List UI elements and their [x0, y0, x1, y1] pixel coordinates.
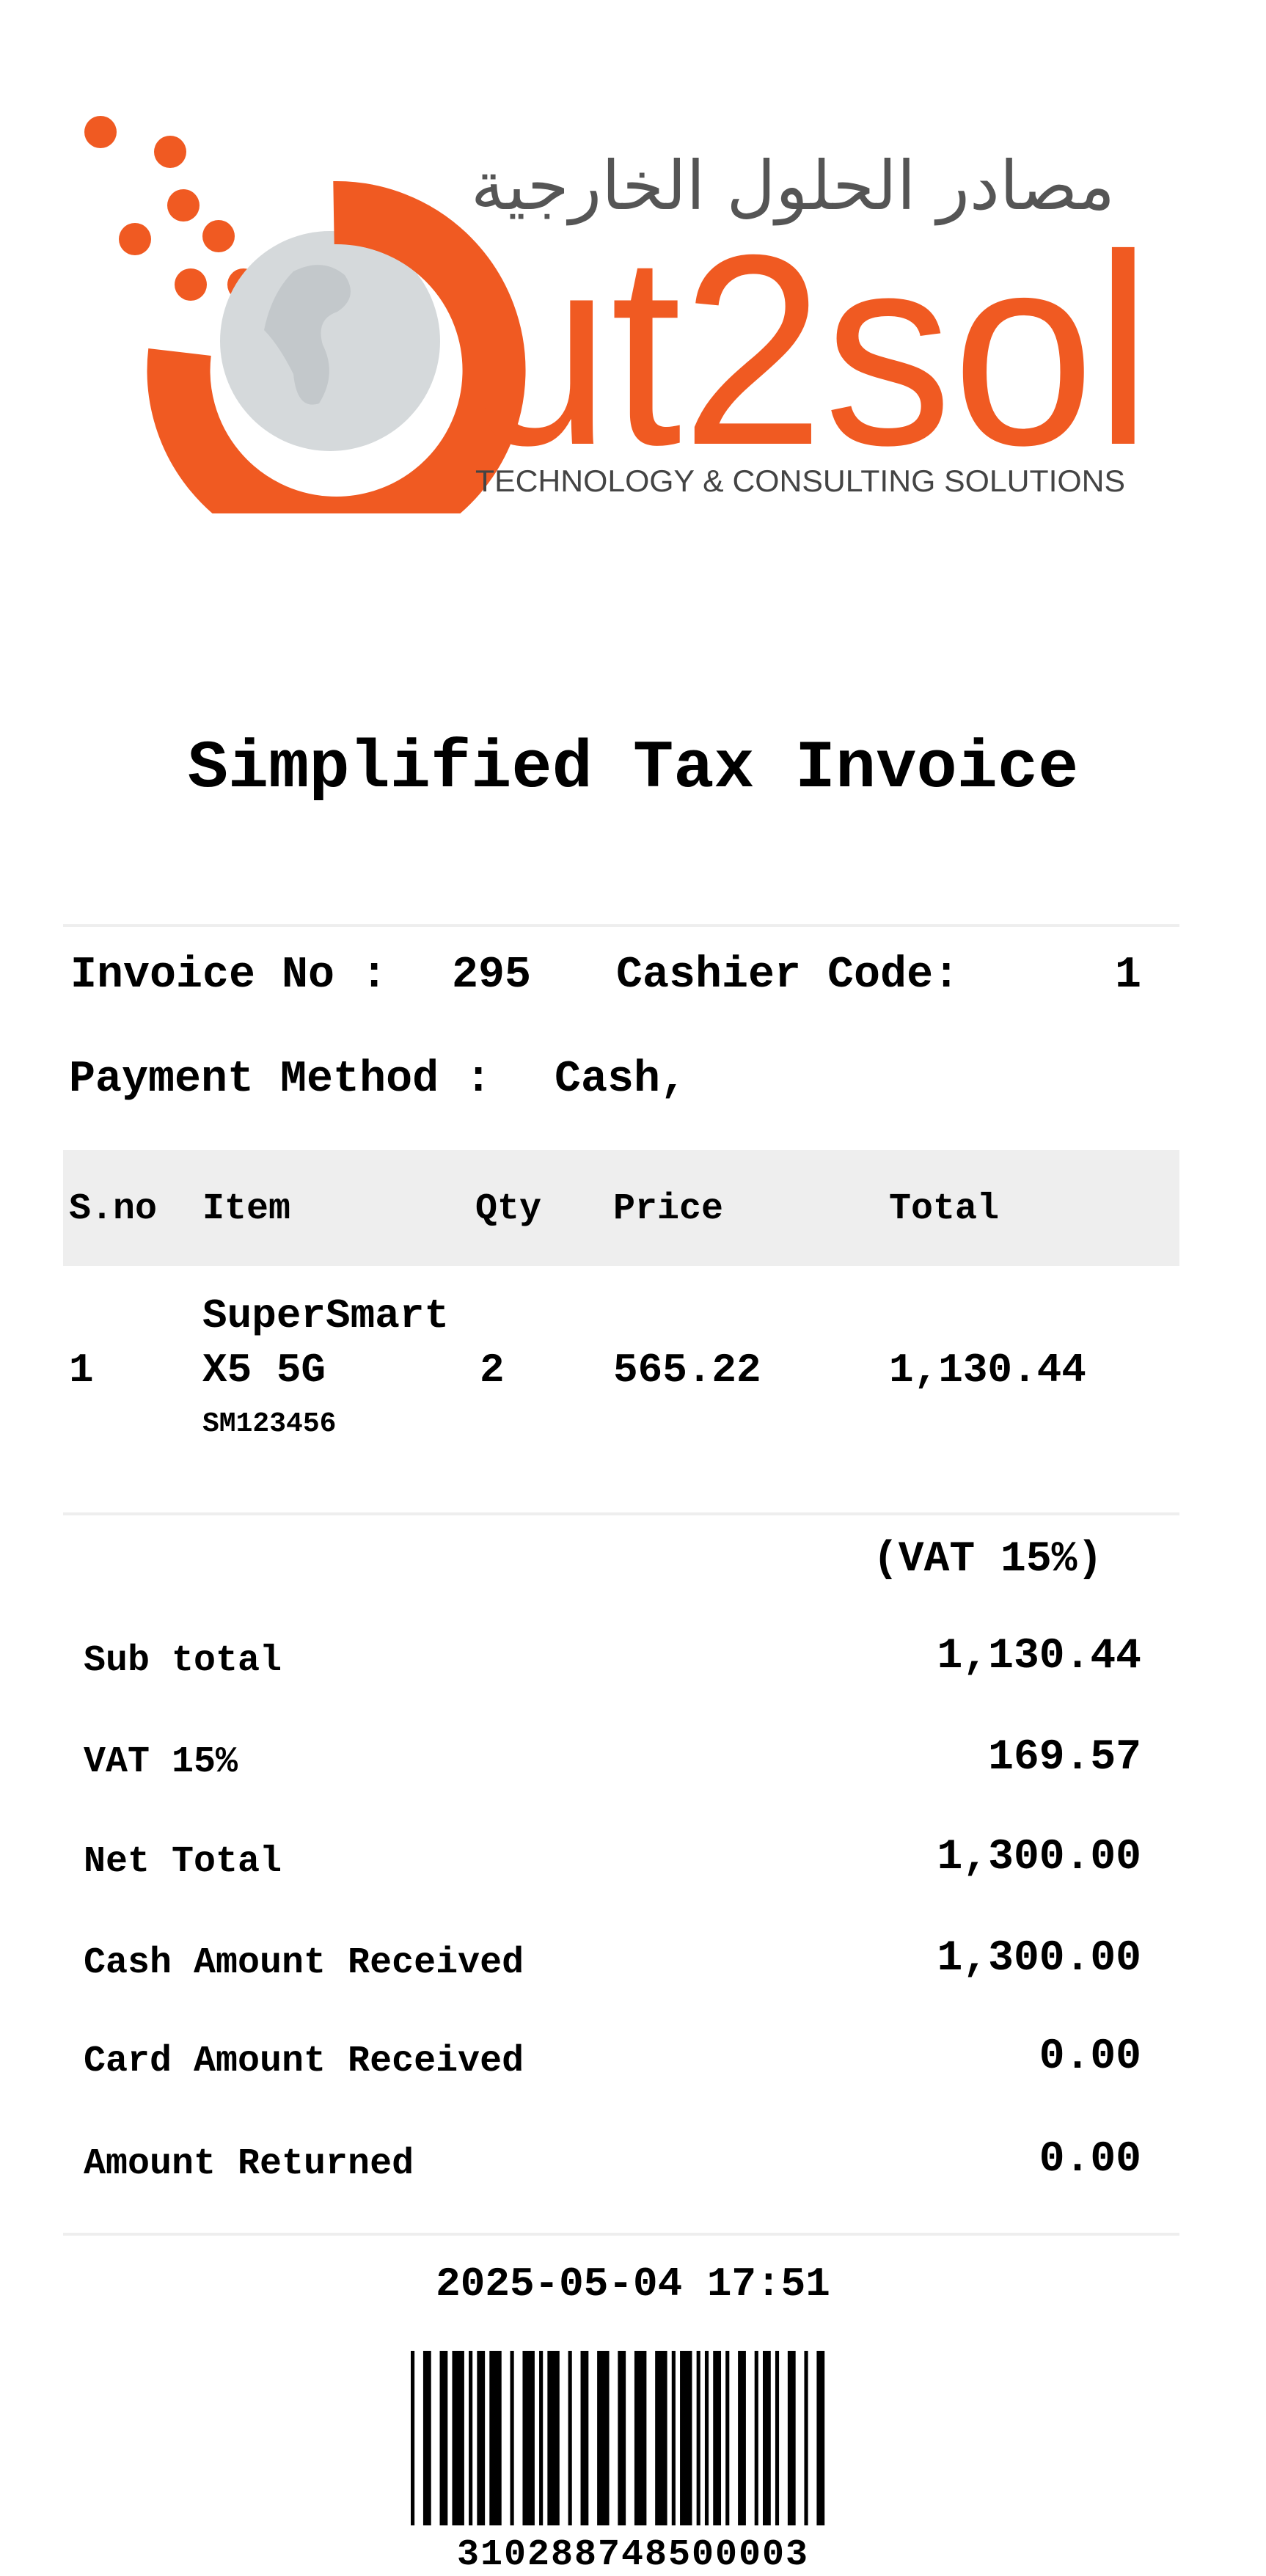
- barcode-bar: [452, 2351, 464, 2525]
- header-sno: S.no: [69, 1188, 158, 1230]
- barcode-bar: [597, 2351, 610, 2525]
- invoice-title: Simplified Tax Invoice: [187, 730, 1079, 807]
- barcode-bar: [439, 2351, 448, 2525]
- vat-label: VAT 15%: [84, 1741, 238, 1783]
- invoice-no-label: Invoice No :: [70, 951, 388, 1000]
- divider: [63, 924, 1179, 927]
- barcode-bar: [775, 2351, 780, 2525]
- barcode-bar: [696, 2351, 700, 2525]
- row-item-code: SM123456: [202, 1408, 337, 1440]
- barcode-number: 310288748500003: [456, 2534, 810, 2576]
- row-item-name-line1: SuperSmart: [202, 1292, 450, 1339]
- barcode-bar: [804, 2351, 808, 2525]
- cash-received-value: 1,300.00: [937, 1935, 1141, 1983]
- barcode-bar: [539, 2351, 544, 2525]
- invoice-no-value: 295: [452, 951, 532, 1000]
- barcode-bar: [816, 2351, 825, 2525]
- cashier-code-label: Cashier Code:: [616, 951, 960, 1000]
- vat-value: 169.57: [988, 1734, 1141, 1782]
- net-total-value: 1,300.00: [937, 1834, 1141, 1881]
- barcode-bar: [655, 2351, 667, 2525]
- cash-received-label: Cash Amount Received: [84, 1942, 524, 1984]
- row-total: 1,130.44: [889, 1347, 1086, 1394]
- barcode-bar: [469, 2351, 473, 2525]
- barcode-bar: [704, 2351, 709, 2525]
- row-price: 565.22: [613, 1347, 761, 1394]
- row-sno: 1: [69, 1347, 94, 1394]
- row-item-name-line2: X5 5G: [202, 1347, 326, 1394]
- barcode-bar: [510, 2351, 514, 2525]
- barcode-bar: [725, 2351, 730, 2525]
- barcode-bar: [568, 2351, 572, 2525]
- header-item: Item: [202, 1188, 291, 1230]
- barcode-bar: [489, 2351, 502, 2525]
- cashier-code-value: 1: [1115, 951, 1142, 1000]
- header-price: Price: [613, 1188, 724, 1230]
- barcode-bar: [763, 2351, 771, 2525]
- amount-returned-value: 0.00: [1039, 2136, 1141, 2184]
- invoice-datetime: 2025-05-04 17:51: [436, 2261, 830, 2308]
- barcode-bar: [680, 2351, 692, 2525]
- subtotal-label: Sub total: [84, 1640, 282, 1682]
- barcode-bar: [754, 2351, 758, 2525]
- barcode-bar: [713, 2351, 722, 2525]
- arabic-text: مصادر الحلول الخارجية: [471, 147, 1115, 226]
- header-total: Total: [889, 1188, 1000, 1230]
- barcode-bar: [522, 2351, 535, 2525]
- card-received-value: 0.00: [1039, 2033, 1141, 2081]
- card-received-label: Card Amount Received: [84, 2041, 524, 2082]
- brand-text: ut2sol: [468, 199, 1152, 502]
- subtotal-value: 1,130.44: [937, 1633, 1141, 1680]
- payment-method-label: Payment Method :: [69, 1055, 492, 1105]
- company-logo: ut2sol مصادر الحلول الخارجية TECHNOLOGY …: [73, 103, 1159, 513]
- barcode: [411, 2351, 833, 2525]
- barcode-bar: [422, 2351, 431, 2525]
- payment-method-value: Cash,: [555, 1055, 687, 1105]
- amount-returned-label: Amount Returned: [84, 2143, 414, 2185]
- barcode-bar: [411, 2351, 415, 2525]
- row-qty: 2: [480, 1347, 505, 1394]
- barcode-bar: [787, 2351, 796, 2525]
- header-qty: Qty: [475, 1188, 542, 1230]
- divider: [63, 1512, 1179, 1515]
- barcode-bar: [580, 2351, 589, 2525]
- barcode-bar: [738, 2351, 746, 2525]
- barcode-bar: [634, 2351, 647, 2525]
- barcode-bar: [671, 2351, 676, 2525]
- barcode-bar: [477, 2351, 486, 2525]
- net-total-label: Net Total: [84, 1841, 282, 1883]
- vat-note: (VAT 15%): [873, 1536, 1103, 1584]
- barcode-bar: [618, 2351, 626, 2525]
- divider: [63, 2233, 1179, 2236]
- tagline: TECHNOLOGY & CONSULTING SOLUTIONS: [475, 464, 1125, 498]
- barcode-bar: [547, 2351, 560, 2525]
